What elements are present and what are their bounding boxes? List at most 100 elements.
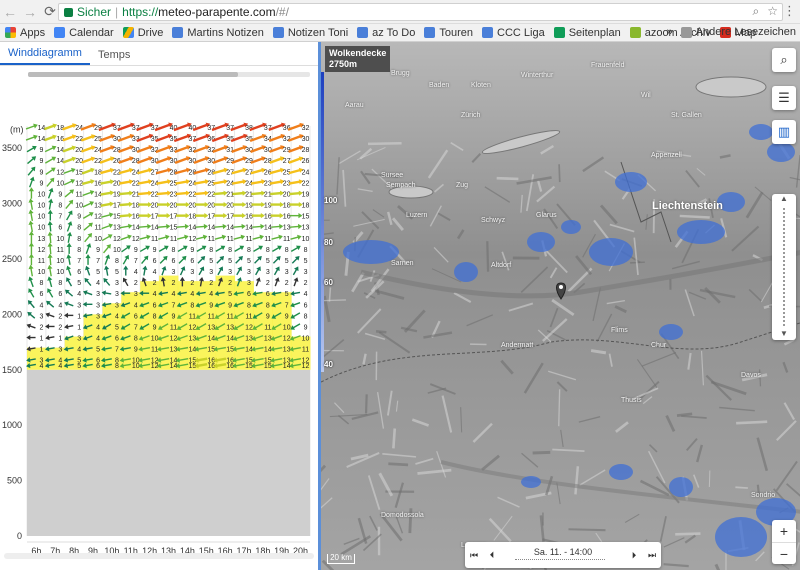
bookmark-seitenplan[interactable]: Seitenplan [553, 27, 621, 39]
wind-speed-label: 15 [245, 363, 253, 370]
wind-speed-label: 11 [226, 313, 233, 320]
wind-arrow [158, 245, 169, 252]
bookmarks-bar: Apps Calendar Drive Martins Notizen Noti… [0, 24, 800, 42]
bookmark-martins-notizen[interactable]: Martins Notizen [172, 27, 264, 39]
wind-arrow [47, 242, 53, 255]
wind-speed-label: 11 [170, 236, 177, 243]
slider-track[interactable] [783, 208, 785, 326]
wind-speed-label: 3 [247, 280, 251, 287]
map-place-label: Baden [429, 82, 450, 89]
chevron-down-icon[interactable]: ▼ [772, 329, 796, 338]
wind-arrow [234, 245, 245, 252]
wind-arrow [274, 277, 280, 287]
wind-arrow [85, 254, 91, 265]
azoom-logo-icon [629, 27, 641, 38]
cloud-patch [521, 476, 541, 488]
wind-speed-label: 8 [153, 313, 157, 320]
wind-arrow-head [66, 254, 72, 259]
lake [695, 76, 767, 98]
wind-arrow [27, 166, 36, 176]
wind-arrow [47, 231, 53, 244]
wind-speed-label: 5 [115, 324, 119, 331]
horizontal-scrollbar-bottom[interactable] [4, 553, 314, 559]
wind-speed-label: 10 [56, 180, 64, 187]
tab-winddiagramm[interactable]: Winddiagramm [0, 47, 90, 65]
bookmark-touren[interactable]: Touren [424, 27, 473, 39]
wind-arrow [47, 288, 54, 298]
altitude-slider[interactable]: ▲ ▼ [772, 194, 796, 340]
reload-icon[interactable]: ⟳ [40, 3, 60, 20]
wind-speed-label: 5 [115, 269, 119, 276]
star-icon[interactable]: ☆ [767, 4, 778, 19]
wind-speed-label: 10 [38, 203, 46, 210]
map-place-label: Chur [651, 342, 667, 349]
zoom-search-icon[interactable]: ⌕ [753, 4, 760, 19]
bookmark-az-to-do[interactable]: az To Do [357, 27, 415, 39]
timeline-track[interactable] [515, 559, 605, 563]
wind-arrow [104, 265, 110, 276]
relief-ridge [388, 462, 409, 467]
wind-speed-label: 6 [190, 258, 194, 265]
wind-arrow [217, 266, 224, 276]
wind-arrow [123, 265, 129, 276]
map-place-label: Thusis [621, 397, 642, 404]
other-bookmarks[interactable]: Andere Lesezeichen [696, 26, 796, 38]
wind-speed-label: 4 [58, 363, 62, 370]
wind-speed-label: 10 [38, 214, 46, 221]
bookmarks-overflow[interactable]: » [667, 26, 673, 38]
back-arrow-icon[interactable]: ← [0, 4, 20, 20]
skip-start-icon[interactable]: ⏮ [465, 550, 483, 561]
y-tick-label: 1000 [2, 420, 22, 430]
wind-speed-label: 7 [134, 324, 138, 331]
tab-temps[interactable]: Temps [90, 49, 138, 65]
forward-arrow-icon[interactable]: → [20, 4, 40, 20]
url-bar[interactable]: Sicher | https:// meteo-parapente.com /#… [58, 3, 783, 21]
zoom-out-button[interactable]: − [772, 542, 796, 564]
layer-name: Wolkendecke [329, 48, 387, 58]
menu-dots-icon[interactable]: ⋮ [783, 3, 796, 19]
cloud-map[interactable]: Wolkendecke 2750m 100 80 60 40 Liechtens… [318, 42, 800, 570]
bookmark-ccc-liga[interactable]: CCC Liga [482, 27, 545, 39]
map-place-label: Zürich [461, 112, 481, 119]
scrollbar-thumb[interactable] [28, 72, 238, 77]
wind-speed-label: 2 [134, 280, 138, 287]
horizontal-scrollbar-top[interactable] [28, 72, 310, 77]
map-place-label: Sondrio [751, 492, 776, 499]
wind-speed-label: 10 [56, 236, 64, 243]
wind-speed-label: 3 [39, 313, 43, 320]
bookmark-apps[interactable]: Apps [5, 27, 45, 39]
wind-speed-label: 9 [266, 313, 270, 320]
step-forward-icon[interactable]: ⏵ [625, 550, 643, 561]
chart-button[interactable]: ▥ [772, 120, 796, 144]
wind-arrow [102, 244, 111, 254]
wind-speed-label: 3 [96, 313, 100, 320]
wind-speed-label: 7 [172, 302, 176, 309]
map-canvas[interactable] [321, 42, 800, 570]
bookmark-notizen-toni[interactable]: Notizen Toni [272, 27, 348, 39]
wind-speed-label: 10 [75, 203, 83, 210]
skip-end-icon[interactable]: ⏭ [643, 550, 661, 561]
wind-speed-label: 3 [190, 269, 194, 276]
chevron-up-icon[interactable]: ▲ [772, 194, 796, 203]
layers-settings-button[interactable]: ☰ [772, 86, 796, 110]
wind-arrow-head [198, 276, 205, 282]
bookmark-calendar[interactable]: Calendar [54, 27, 114, 39]
legend-bar [321, 72, 324, 372]
zoom-in-button[interactable]: + [772, 520, 796, 542]
wind-speed-label: 5 [77, 280, 81, 287]
wind-arrow-head [255, 277, 261, 282]
step-back-icon[interactable]: ⏴ [483, 550, 501, 561]
bookmark-drive[interactable]: Drive [122, 27, 163, 39]
wind-speed-label: 16 [264, 214, 272, 221]
wind-speed-label: 17 [226, 214, 234, 221]
wind-speed-label: 6 [58, 225, 62, 232]
relief-ridge [676, 412, 693, 418]
wind-speed-label: 3 [285, 269, 289, 276]
layer-altitude: 2750m [329, 59, 358, 69]
y-axis-unit: (m) [10, 125, 24, 135]
map-place-label: Sempach [386, 182, 416, 189]
wind-speed-label: 8 [77, 247, 81, 254]
search-button[interactable]: ⌕ [772, 48, 796, 72]
wind-arrow [28, 220, 34, 233]
wind-arrow [215, 245, 226, 252]
